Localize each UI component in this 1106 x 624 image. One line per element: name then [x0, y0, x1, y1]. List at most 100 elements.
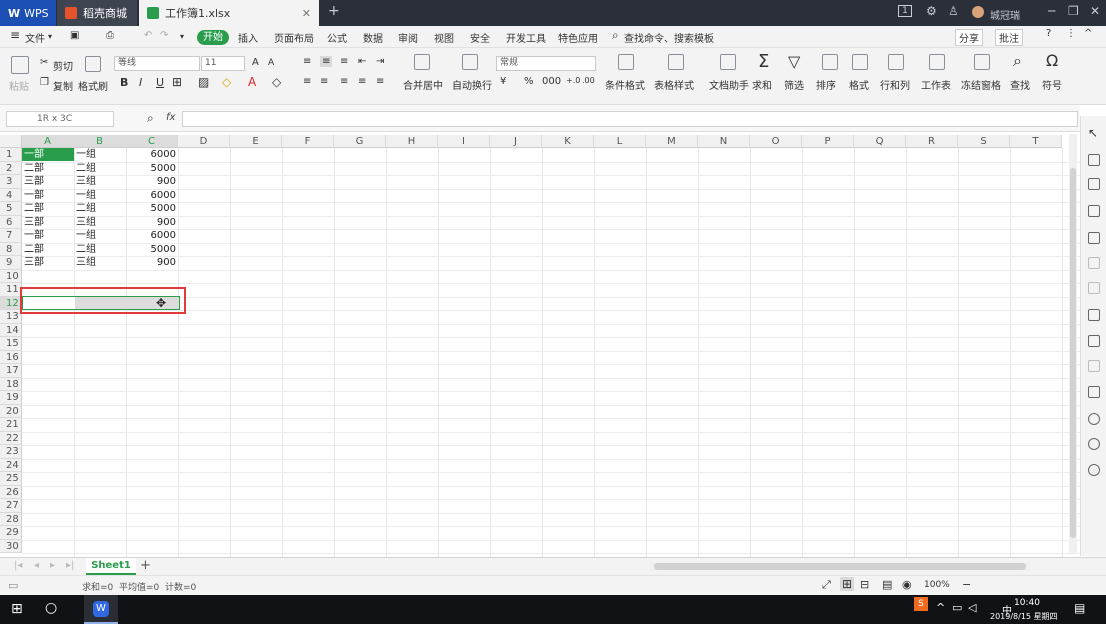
share-button[interactable]: 分享	[955, 29, 983, 46]
cell-b6[interactable]: 三组	[76, 216, 124, 229]
menu-item-security[interactable]: 安全	[470, 30, 490, 45]
reading-mode-icon[interactable]: ◉	[902, 578, 912, 591]
sheet-nav-next-icon[interactable]: ▸	[50, 560, 55, 571]
font-name-select[interactable]: 等线	[114, 56, 200, 71]
column-header-o[interactable]: O	[750, 135, 802, 148]
tab-workbook[interactable]: 工作簿1.xlsx ✕	[139, 0, 319, 26]
underline-button[interactable]: U	[156, 76, 164, 89]
align-right-icon[interactable]: ≡	[340, 76, 348, 87]
sheet-tab-sheet1[interactable]: Sheet1	[86, 558, 136, 575]
cut-button[interactable]: 剪切	[53, 58, 73, 73]
avatar[interactable]	[972, 6, 984, 18]
shapes-icon[interactable]	[1088, 154, 1100, 166]
row-header-29[interactable]: 29	[0, 526, 22, 540]
style-icon[interactable]	[1088, 178, 1100, 190]
paste-button[interactable]: 粘贴	[9, 78, 29, 93]
worksheet-button[interactable]: 工作表	[921, 77, 951, 92]
justify-icon[interactable]: ≡	[358, 76, 366, 87]
cell-a9[interactable]: 三部	[24, 256, 72, 269]
menu-item-formula[interactable]: 公式	[327, 30, 347, 45]
shield-icon[interactable]	[1088, 413, 1100, 425]
horizontal-scroll-thumb[interactable]	[654, 563, 1026, 570]
copy-icon[interactable]: ❐	[40, 77, 49, 88]
column-header-h[interactable]: H	[386, 135, 438, 148]
column-header-g[interactable]: G	[334, 135, 386, 148]
formula-input[interactable]	[182, 111, 1078, 127]
freeze-icon[interactable]	[974, 54, 990, 70]
fill-color-icon[interactable]: ▨	[198, 75, 209, 89]
pointer-icon[interactable]: ↖	[1088, 126, 1098, 140]
row-header-25[interactable]: 25	[0, 472, 22, 486]
row-header-1[interactable]: 1	[0, 148, 22, 162]
menu-item-data[interactable]: 数据	[363, 30, 383, 45]
row-header-14[interactable]: 14	[0, 323, 22, 337]
clock-date[interactable]: 2019/8/15 星期四	[990, 611, 1058, 622]
column-header-l[interactable]: L	[594, 135, 646, 148]
cell-a1[interactable]: 一部	[22, 148, 74, 161]
column-header-d[interactable]: D	[178, 135, 230, 148]
freeze-button[interactable]: 冻结窗格	[961, 77, 1001, 92]
column-header-m[interactable]: M	[646, 135, 698, 148]
currency-icon[interactable]: ¥	[500, 76, 506, 87]
row-header-4[interactable]: 4	[0, 188, 22, 202]
row-header-6[interactable]: 6	[0, 215, 22, 229]
cell-a7[interactable]: 一部	[24, 229, 72, 242]
column-header-q[interactable]: Q	[854, 135, 906, 148]
menu-item-view[interactable]: 视图	[434, 30, 454, 45]
cell-c5[interactable]: 5000	[128, 202, 176, 215]
cell-a5[interactable]: 二部	[24, 202, 72, 215]
row-col-button[interactable]: 行和列	[880, 77, 910, 92]
cell-b7[interactable]: 一组	[76, 229, 124, 242]
conditional-format-icon[interactable]	[618, 54, 634, 70]
column-header-p[interactable]: P	[802, 135, 854, 148]
cell-a3[interactable]: 三部	[24, 175, 72, 188]
decrease-decimal-icon[interactable]: .00	[582, 76, 595, 85]
shirt-icon[interactable]: ♙	[948, 4, 959, 18]
notification-icon[interactable]: ▤	[1074, 601, 1085, 615]
row-header-3[interactable]: 3	[0, 175, 22, 189]
row-header-22[interactable]: 22	[0, 431, 22, 445]
row-header-9[interactable]: 9	[0, 256, 22, 270]
omega-icon[interactable]: Ω	[1046, 51, 1058, 70]
minimize-icon[interactable]: ─	[1048, 4, 1055, 18]
copy-button[interactable]: 复制	[53, 78, 73, 93]
undo-icon[interactable]: ↶	[144, 30, 152, 41]
export-icon[interactable]	[1088, 335, 1100, 347]
backup-icon[interactable]	[1088, 309, 1100, 321]
cell-b9[interactable]: 三组	[76, 256, 124, 269]
number-format-select[interactable]: 常规	[496, 56, 596, 71]
row-header-15[interactable]: 15	[0, 337, 22, 351]
sheet-nav-first-icon[interactable]: |◂	[14, 560, 22, 571]
align-top-icon[interactable]: ≡	[303, 56, 311, 67]
page-layout-icon[interactable]: ▤	[882, 578, 892, 591]
row-header-24[interactable]: 24	[0, 458, 22, 472]
table-icon[interactable]	[1088, 205, 1100, 217]
menu-item-developer[interactable]: 开发工具	[506, 30, 546, 45]
filter-button[interactable]: 筛选	[784, 77, 804, 92]
increase-decimal-icon[interactable]: +.0	[566, 76, 580, 85]
cell-c2[interactable]: 5000	[128, 162, 176, 175]
column-header-r[interactable]: R	[906, 135, 958, 148]
align-center-icon[interactable]: ≡	[320, 76, 328, 87]
border-icon[interactable]: ⊞	[172, 75, 182, 89]
row-header-18[interactable]: 18	[0, 377, 22, 391]
highlight-icon[interactable]: ◇	[222, 75, 231, 89]
command-search[interactable]: 查找命令、搜索模板	[624, 30, 714, 45]
row-header-20[interactable]: 20	[0, 404, 22, 418]
row-header-10[interactable]: 10	[0, 269, 22, 283]
sum-button[interactable]: 求和	[752, 77, 772, 92]
cell-a8[interactable]: 二部	[24, 243, 72, 256]
column-header-a[interactable]: A	[22, 135, 74, 148]
align-bottom-icon[interactable]: ≡	[340, 56, 348, 67]
worksheet-icon[interactable]	[929, 54, 945, 70]
decrease-font-icon[interactable]: A	[268, 58, 274, 68]
more-options-icon[interactable]: ⋮	[1066, 28, 1076, 39]
cell-c8[interactable]: 5000	[128, 243, 176, 256]
format-button[interactable]: 格式	[849, 77, 869, 92]
row-header-19[interactable]: 19	[0, 391, 22, 405]
column-header-c[interactable]: C	[126, 135, 178, 148]
row-header-21[interactable]: 21	[0, 418, 22, 432]
distributed-icon[interactable]: ≡	[376, 76, 384, 87]
tab-docer-store[interactable]: 稻壳商城	[57, 0, 137, 26]
row-header-7[interactable]: 7	[0, 229, 22, 243]
